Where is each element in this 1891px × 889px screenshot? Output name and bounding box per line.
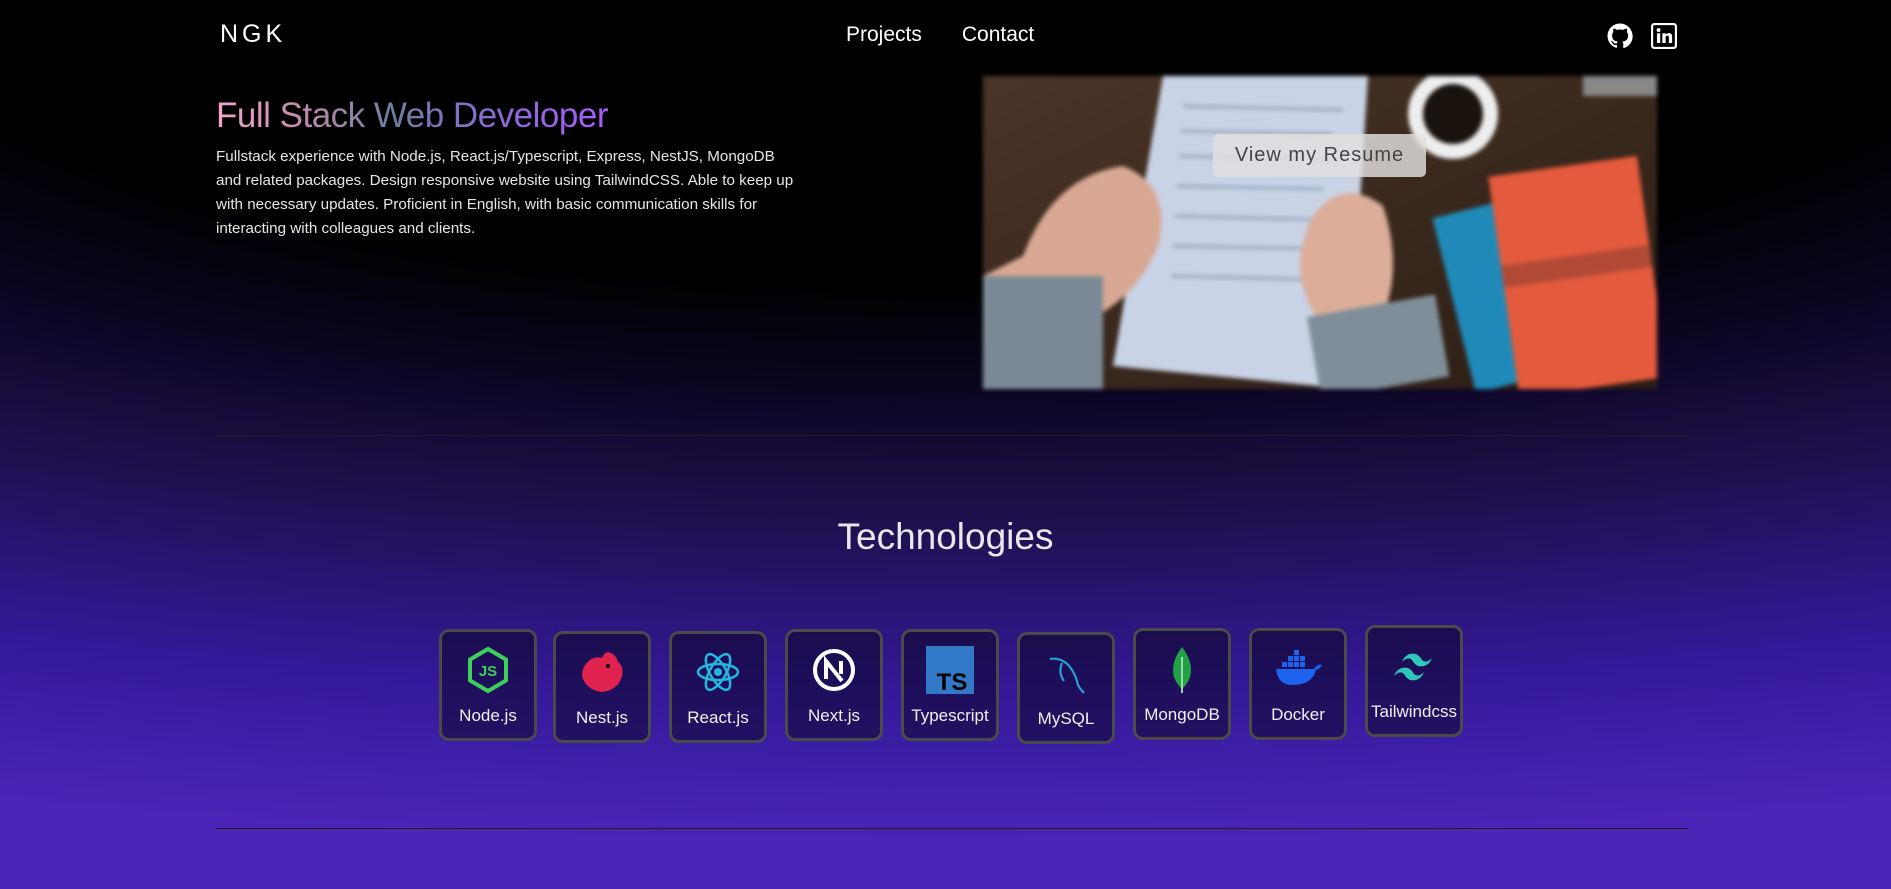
tech-label: MySQL	[1037, 709, 1095, 728]
tech-label: Nest.js	[576, 708, 628, 727]
nextjs-icon	[813, 649, 855, 691]
tech-card-mongodb[interactable]: MongoDB	[1133, 628, 1231, 740]
nav-links: Projects Contact	[846, 23, 1034, 47]
tech-card-docker[interactable]: Docker	[1249, 628, 1347, 740]
nav-link-contact[interactable]: Contact	[962, 23, 1034, 47]
tech-card-nestjs[interactable]: Nest.js	[553, 631, 651, 743]
hero-title: Full Stack Web Developer	[216, 96, 608, 135]
tech-label: Typescript	[911, 706, 989, 725]
tech-label: Next.js	[808, 706, 860, 725]
navbar: NGK Projects Contact	[0, 0, 1891, 72]
tech-card-typescript[interactable]: TS Typescript	[901, 629, 999, 741]
site-logo[interactable]: NGK	[220, 20, 286, 49]
tech-label: Node.js	[459, 706, 517, 725]
tech-card-nextjs[interactable]: Next.js	[785, 629, 883, 741]
tech-card-reactjs[interactable]: React.js	[669, 631, 767, 743]
tech-label: Tailwindcss	[1371, 702, 1457, 721]
svg-text:JS: JS	[479, 663, 497, 680]
technologies-title: Technologies	[837, 516, 1054, 557]
tech-card-nodejs[interactable]: JS Node.js	[439, 629, 537, 741]
github-icon[interactable]	[1607, 23, 1633, 49]
mongodb-icon	[1173, 647, 1191, 693]
nav-link-projects[interactable]: Projects	[846, 23, 922, 47]
view-resume-button[interactable]: View my Resume	[1213, 134, 1426, 177]
hero-resume-image	[983, 76, 1657, 389]
docker-icon	[1276, 650, 1322, 685]
tech-label: Docker	[1271, 705, 1325, 724]
nodejs-icon: JS	[468, 646, 508, 694]
tech-label: React.js	[687, 708, 749, 727]
typescript-icon: TS	[926, 646, 974, 694]
tech-card-tailwindcss[interactable]: Tailwindcss	[1365, 625, 1463, 737]
svg-text:TS: TS	[937, 669, 968, 694]
linkedin-icon[interactable]	[1651, 23, 1677, 49]
mysql-icon	[1049, 657, 1085, 694]
section-divider	[216, 828, 1688, 829]
tech-label: MongoDB	[1144, 705, 1220, 724]
social-links	[1607, 23, 1677, 49]
tech-card-mysql[interactable]: MySQL	[1017, 632, 1115, 744]
tailwind-icon	[1394, 653, 1432, 681]
nestjs-icon	[582, 652, 623, 692]
react-icon	[696, 652, 740, 692]
section-divider	[216, 435, 1688, 436]
hero-description: Fullstack experience with Node.js, React…	[216, 148, 794, 237]
